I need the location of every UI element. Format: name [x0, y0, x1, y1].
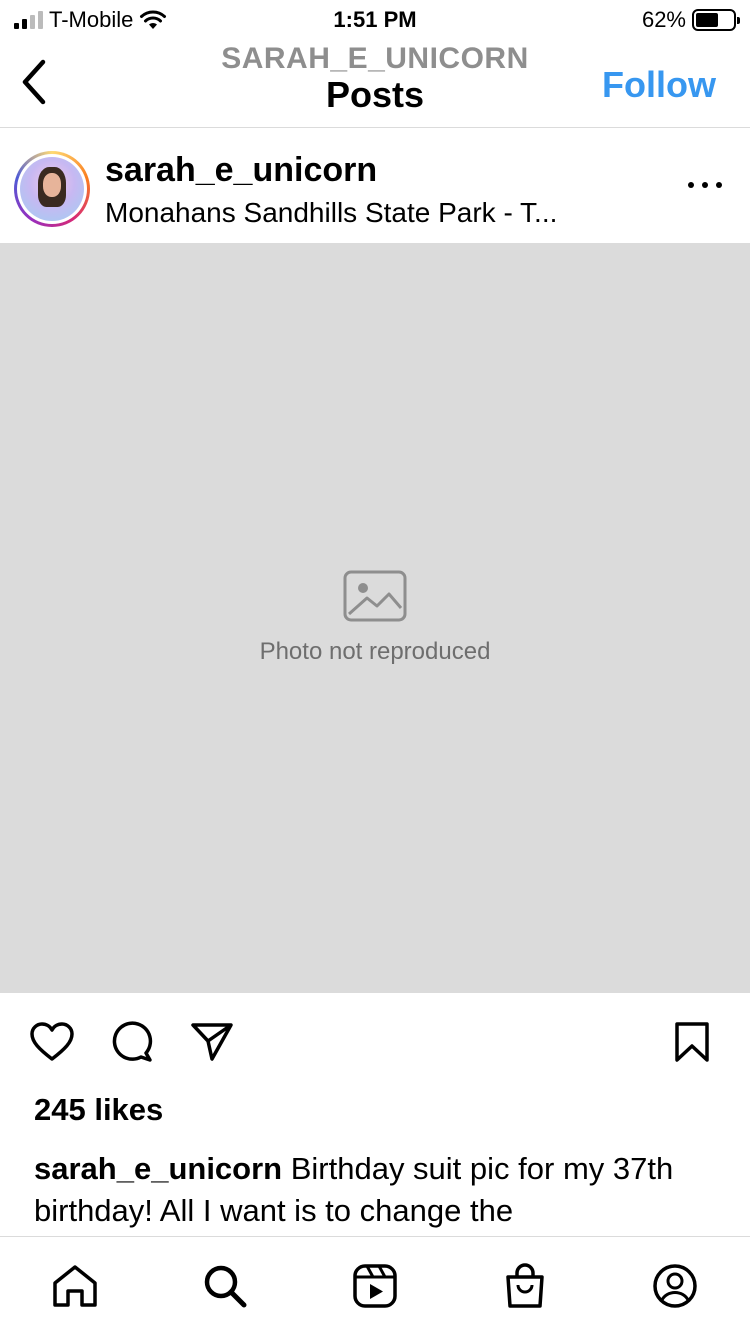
tab-profile[interactable] — [650, 1261, 700, 1311]
status-bar: T-Mobile 1:51 PM 62% — [0, 0, 750, 40]
tab-search[interactable] — [200, 1261, 250, 1311]
shop-icon — [506, 1263, 544, 1308]
comment-button[interactable] — [108, 1018, 156, 1066]
bottom-tab-bar — [0, 1236, 750, 1334]
battery-fill — [696, 13, 719, 27]
bookmark-icon — [675, 1022, 709, 1062]
post-photo[interactable]: Photo not reproduced — [0, 243, 750, 993]
send-icon — [191, 1023, 233, 1061]
avatar-image — [20, 157, 84, 221]
caption-username[interactable]: sarah_e_unicorn — [34, 1151, 282, 1186]
post-username[interactable]: sarah_e_unicorn — [105, 151, 377, 190]
battery-percent: 62% — [641, 7, 686, 32]
like-button[interactable] — [28, 1018, 76, 1066]
reels-icon — [353, 1264, 397, 1308]
post-location[interactable]: Monahans Sandhills State Park - T... — [105, 197, 557, 229]
comment-icon — [112, 1021, 153, 1062]
profile-icon — [653, 1264, 697, 1308]
share-button[interactable] — [188, 1018, 236, 1066]
tab-reels[interactable] — [350, 1261, 400, 1311]
more-dot — [702, 182, 708, 188]
more-dot — [688, 182, 694, 188]
status-right: 62% — [641, 7, 740, 33]
likes-count[interactable]: 245 likes — [34, 1092, 163, 1128]
tab-shop[interactable] — [500, 1261, 550, 1311]
battery-icon — [692, 9, 740, 31]
post-header: sarah_e_unicorn Monahans Sandhills State… — [0, 129, 750, 243]
post-caption: sarah_e_unicorn Birthday suit pic for my… — [34, 1148, 714, 1234]
home-icon — [53, 1265, 97, 1307]
image-icon — [343, 570, 407, 622]
search-icon — [204, 1265, 247, 1308]
save-button[interactable] — [668, 1018, 716, 1066]
status-time: 1:51 PM — [333, 7, 417, 32]
photo-placeholder-note: Photo not reproduced — [259, 638, 491, 665]
more-options-button[interactable] — [688, 175, 722, 195]
more-dot — [716, 182, 722, 188]
tab-home[interactable] — [50, 1261, 100, 1311]
post-actions — [0, 1012, 750, 1072]
follow-button[interactable]: Follow — [602, 64, 716, 106]
avatar[interactable] — [14, 151, 90, 227]
heart-icon — [30, 1022, 74, 1061]
top-nav: SARAH_E_UNICORN Posts Follow — [0, 40, 750, 128]
